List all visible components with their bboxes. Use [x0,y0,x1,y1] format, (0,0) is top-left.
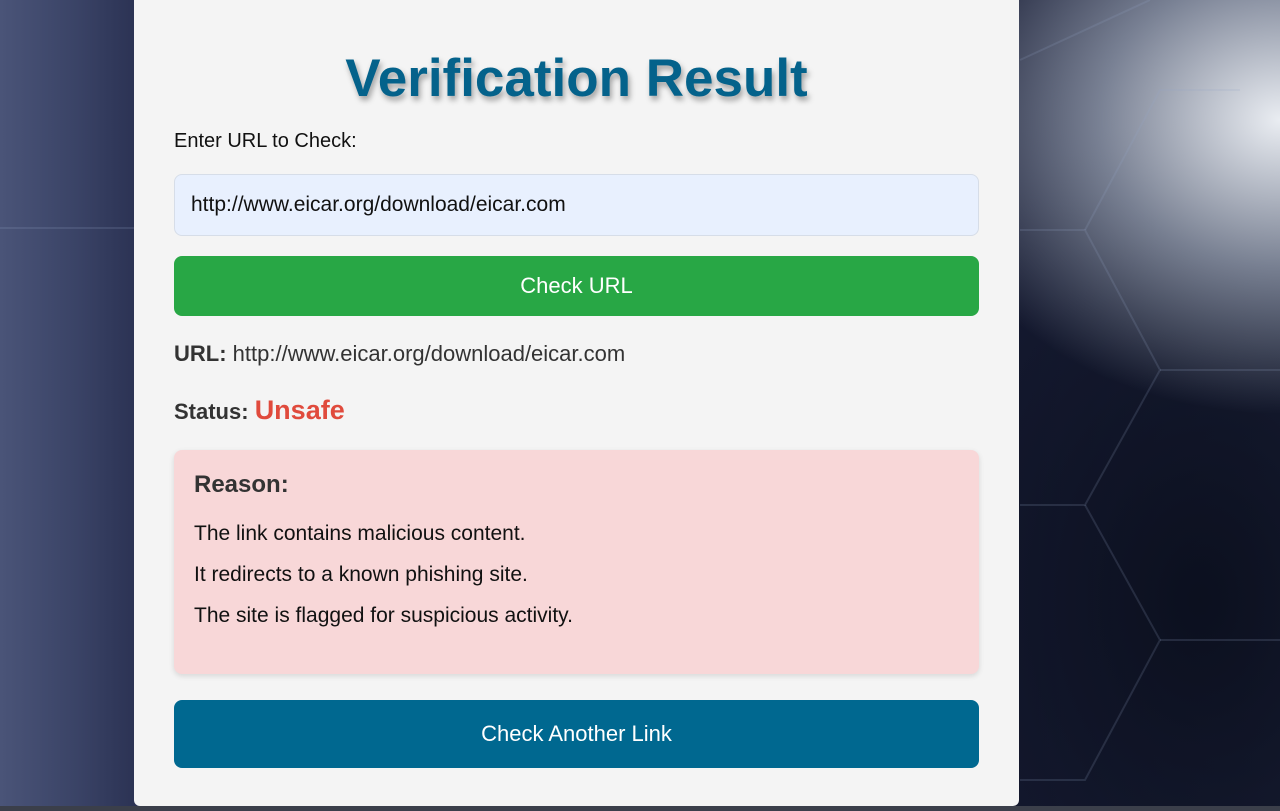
reason-box: Reason: The link contains malicious cont… [174,450,979,674]
result-url-line: URL: http://www.eicar.org/download/eicar… [174,340,979,368]
verification-card: Verification Result Enter URL to Check: … [134,0,1019,806]
check-url-button[interactable]: Check URL [174,256,979,316]
check-another-link-button[interactable]: Check Another Link [174,700,979,768]
reason-item: The link contains malicious content. [194,522,526,545]
reason-item: The site is flagged for suspicious activ… [194,604,573,627]
result-url-value: http://www.eicar.org/download/eicar.com [232,341,626,366]
status-badge: Unsafe [254,395,345,425]
result-status-line: Status: Unsafe [174,392,979,428]
url-input-label: Enter URL to Check: [174,130,357,152]
reason-heading: Reason: [194,471,289,498]
page-title: Verification Result [345,49,808,108]
result-status-label: Status: [174,399,249,424]
bottom-edge-bar [0,806,1280,811]
result-url-label: URL: [174,341,227,366]
url-input[interactable] [174,174,979,236]
reason-item: It redirects to a known phishing site. [194,563,528,586]
reason-list: The link contains malicious content. It … [194,520,959,643]
